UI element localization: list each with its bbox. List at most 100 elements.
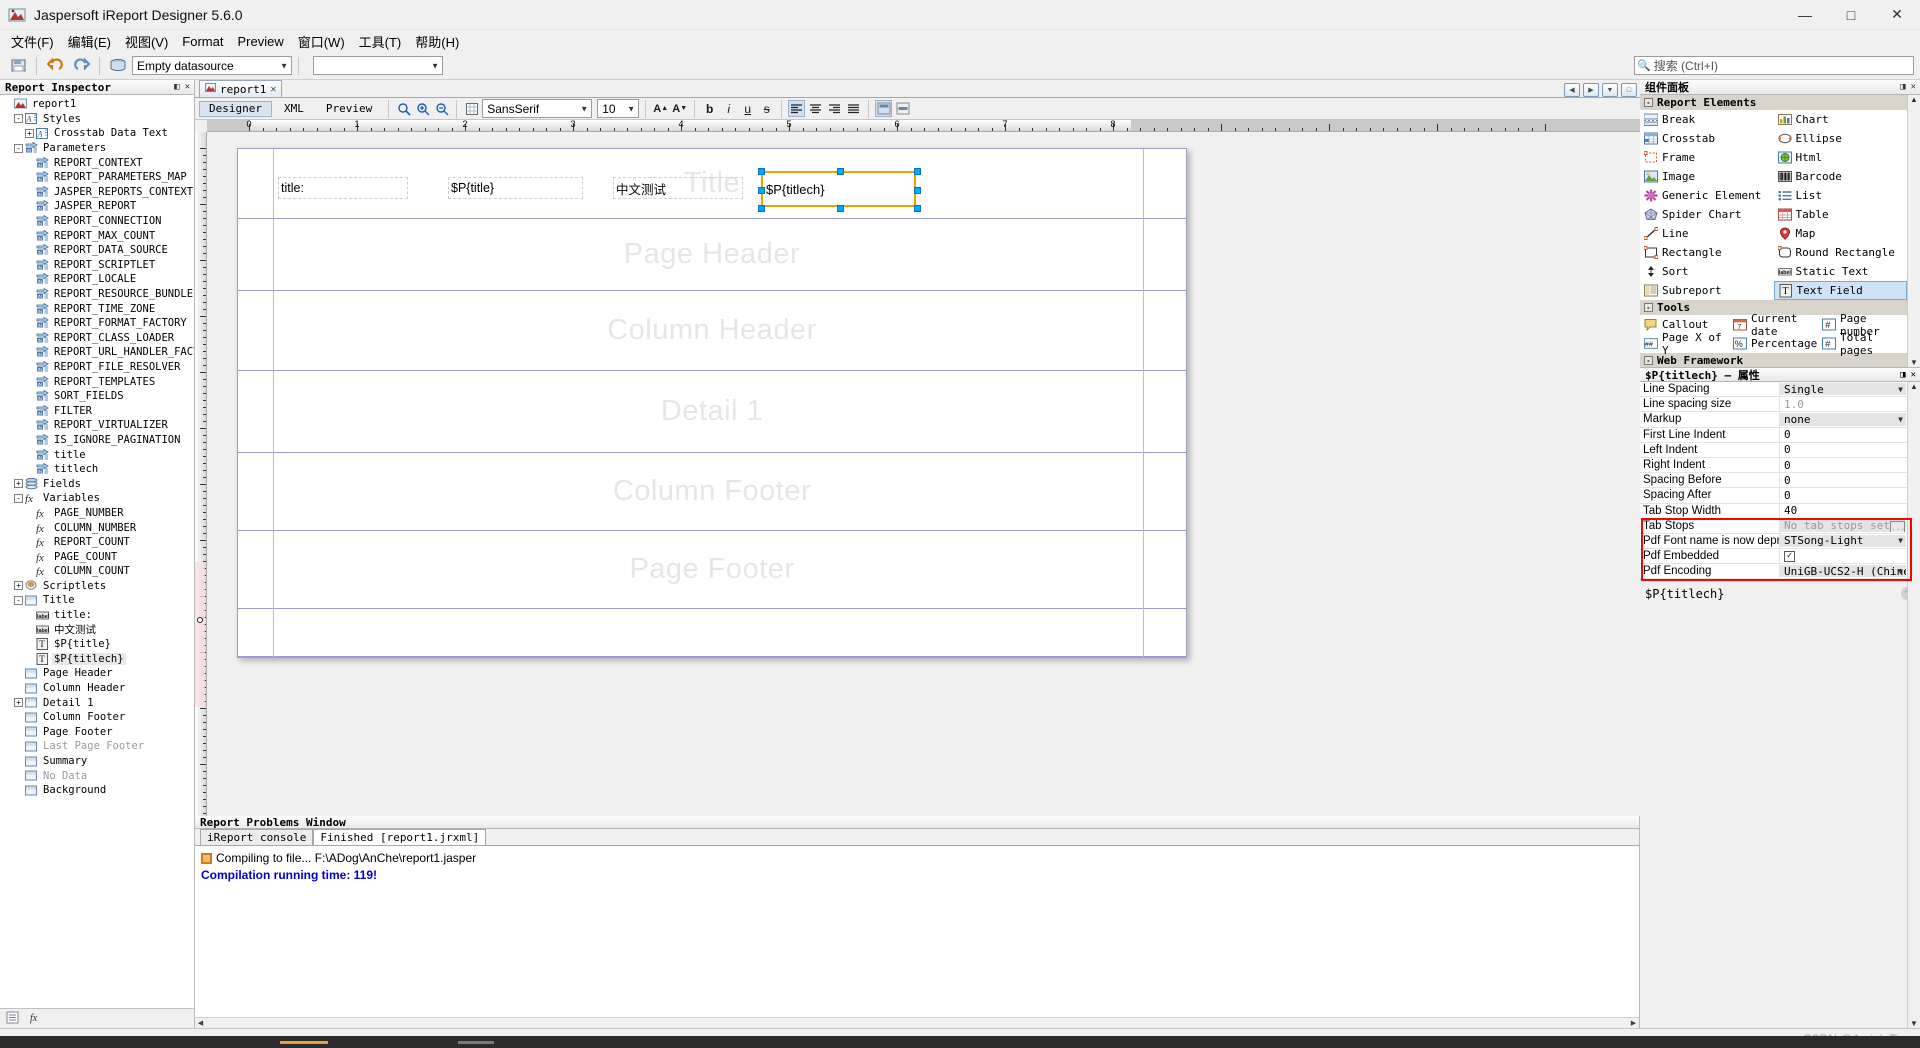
property-row-line-spacing-size[interactable]: Line spacing size 1.0 bbox=[1640, 397, 1920, 413]
align-justify-icon[interactable] bbox=[845, 100, 862, 117]
scroll-left-icon[interactable]: ◀ bbox=[195, 1019, 206, 1027]
title-element-1[interactable]: $P{title} bbox=[448, 177, 583, 199]
palette-item-map[interactable]: Map bbox=[1774, 224, 1908, 243]
property-row-spacing-after[interactable]: Spacing After 0 bbox=[1640, 488, 1920, 504]
tree-node-jasper-reports-context[interactable]: IN JASPER_REPORTS_CONTEXT bbox=[0, 185, 194, 200]
close-tab-icon[interactable]: ✕ bbox=[270, 84, 276, 95]
palette-item-line[interactable]: Line bbox=[1640, 224, 1774, 243]
tree-node-report-max-count[interactable]: IN REPORT_MAX_COUNT bbox=[0, 228, 194, 243]
resize-handle-7[interactable] bbox=[914, 205, 921, 212]
tab-preview[interactable]: Preview bbox=[316, 101, 382, 117]
tree-node-report-format-factory[interactable]: IN REPORT_FORMAT_FACTORY bbox=[0, 316, 194, 331]
float-palette-icon[interactable]: ◨ bbox=[1900, 82, 1905, 92]
fx-icon[interactable]: fx bbox=[29, 1011, 42, 1027]
menu-preview[interactable]: Preview bbox=[230, 32, 290, 51]
selected-text-field[interactable]: $P{titlech} bbox=[758, 168, 921, 212]
tab-finished-report1[interactable]: Finished [report1.jrxml] bbox=[313, 829, 487, 845]
property-value[interactable]: 1.0 bbox=[1780, 397, 1920, 411]
maximize-button[interactable]: □ bbox=[1828, 0, 1874, 30]
close-icon[interactable]: ✕ bbox=[185, 82, 190, 92]
maximize-doc-icon[interactable]: □ bbox=[1621, 83, 1637, 97]
tree-node-column-header[interactable]: Column Header bbox=[0, 681, 194, 696]
database-icon[interactable] bbox=[106, 54, 130, 78]
font-size-combo[interactable]: 10 ▼ bbox=[597, 99, 640, 118]
zoom-out-icon[interactable] bbox=[433, 100, 450, 117]
tree-node-title[interactable]: IN title bbox=[0, 447, 194, 462]
prev-tab-icon[interactable]: ◀ bbox=[1564, 83, 1580, 97]
property-value[interactable]: none ▼ bbox=[1780, 413, 1906, 426]
tree-node-styles[interactable]: - A Styles bbox=[0, 112, 194, 127]
redo-icon[interactable] bbox=[69, 54, 93, 78]
collapse-icon[interactable]: - bbox=[14, 595, 23, 605]
property-value[interactable]: Single ▼ bbox=[1780, 383, 1906, 396]
tree-node-page-header[interactable]: Page Header bbox=[0, 666, 194, 681]
font-name-combo[interactable]: SansSerif ▼ bbox=[482, 99, 593, 118]
scroll-up-icon[interactable]: ▲ bbox=[1910, 95, 1918, 104]
tree-node-p-title[interactable]: T $P{title} bbox=[0, 637, 194, 652]
valign-top-icon[interactable] bbox=[875, 100, 893, 117]
chevron-down-icon[interactable]: ▼ bbox=[1898, 567, 1903, 576]
taskbar-item-active[interactable] bbox=[280, 1040, 328, 1044]
component-palette-body[interactable]: - Report Elements Break Chart Crosstab Ellips… bbox=[1640, 95, 1920, 367]
collapse-icon[interactable]: - bbox=[14, 143, 23, 153]
band-column-footer[interactable]: Column Footer bbox=[238, 453, 1186, 531]
section-collapse-icon[interactable]: - bbox=[1644, 303, 1653, 312]
scroll-down-icon[interactable]: ▼ bbox=[1910, 358, 1918, 367]
tree-node-variables[interactable]: - fx Variables bbox=[0, 491, 194, 506]
font-decrease-icon[interactable]: A ▼ bbox=[671, 100, 688, 117]
tree-node-title[interactable]: - Title bbox=[0, 593, 194, 608]
tree-node-summary[interactable]: Summary bbox=[0, 754, 194, 769]
palette-item-rectangle[interactable]: Rectangle bbox=[1640, 243, 1774, 262]
close-palette-icon[interactable]: ✕ bbox=[1911, 82, 1916, 92]
palette-item-static-text[interactable]: label Static Text bbox=[1774, 262, 1908, 281]
align-center-icon[interactable] bbox=[807, 100, 824, 117]
tree-node-page-count[interactable]: fx PAGE_COUNT bbox=[0, 549, 194, 564]
property-row-spacing-before[interactable]: Spacing Before 0 bbox=[1640, 473, 1920, 489]
tree-node-report-locale[interactable]: IN REPORT_LOCALE bbox=[0, 272, 194, 287]
report-page[interactable]: Title Page Header Column Header Detail 1 Col… bbox=[237, 148, 1187, 658]
minimize-button[interactable]: — bbox=[1782, 0, 1828, 30]
property-row-tab-stop-width[interactable]: Tab Stop Width 40 bbox=[1640, 503, 1920, 519]
palette-item-total-pages[interactable]: # Total pages bbox=[1818, 331, 1907, 357]
tree-node-report-count[interactable]: fx REPORT_COUNT bbox=[0, 535, 194, 550]
palette-item-spider-chart[interactable]: Spider Chart bbox=[1640, 205, 1774, 224]
align-left-icon[interactable] bbox=[788, 100, 806, 117]
checkbox-checked-icon[interactable]: ✓ bbox=[1784, 550, 1795, 562]
tree-node-last-page-footer[interactable]: Last Page Footer bbox=[0, 739, 194, 754]
tree-node-detail-1[interactable]: + Detail 1 bbox=[0, 695, 194, 710]
chevron-down-icon[interactable]: ▼ bbox=[1898, 415, 1903, 424]
property-value[interactable]: STSong-Light ▼ bbox=[1780, 534, 1906, 548]
search-input[interactable]: 🔍 搜索 (Ctrl+I) bbox=[1634, 56, 1914, 75]
close-properties-icon[interactable]: ✕ bbox=[1911, 370, 1916, 380]
resize-handle-1[interactable] bbox=[836, 168, 844, 175]
palette-item-barcode[interactable]: Barcode bbox=[1774, 167, 1908, 186]
underline-icon[interactable]: u bbox=[739, 100, 756, 117]
palette-item-subreport[interactable]: Subreport bbox=[1640, 281, 1774, 300]
tree-node-parameters[interactable]: - IN Parameters bbox=[0, 141, 194, 156]
section-collapse-icon[interactable]: - bbox=[1644, 98, 1653, 107]
menu-view[interactable]: 视图(V) bbox=[118, 30, 175, 53]
grid-icon[interactable] bbox=[463, 100, 480, 117]
tree-node-column-number[interactable]: fx COLUMN_NUMBER bbox=[0, 520, 194, 535]
tree-node-report-templates[interactable]: IN REPORT_TEMPLATES bbox=[0, 374, 194, 389]
font-increase-icon[interactable]: A ▲ bbox=[652, 100, 669, 117]
document-tab-report1[interactable]: report1 ✕ bbox=[199, 80, 283, 97]
palette-item-generic-element[interactable]: Generic Element bbox=[1640, 186, 1774, 205]
ellipsis-button[interactable]: ... bbox=[1890, 520, 1905, 532]
menu-help[interactable]: 帮助(H) bbox=[408, 30, 466, 53]
tree-node-report-time-zone[interactable]: IN REPORT_TIME_ZONE bbox=[0, 301, 194, 316]
property-value[interactable]: No tab stops set... bbox=[1780, 519, 1906, 532]
tree-node-report-parameters-map[interactable]: IN REPORT_PARAMETERS_MAP bbox=[0, 170, 194, 185]
tree-icon[interactable] bbox=[6, 1011, 19, 1027]
property-row-first-line-indent[interactable]: First Line Indent 0 bbox=[1640, 427, 1920, 443]
expand-icon[interactable]: + bbox=[14, 581, 23, 591]
palette-item-chart[interactable]: Chart bbox=[1774, 110, 1908, 129]
tree-node-column-footer[interactable]: Column Footer bbox=[0, 710, 194, 725]
title-element-0[interactable]: title: bbox=[278, 177, 408, 199]
palette-item-percentage[interactable]: % Percentage bbox=[1729, 334, 1818, 353]
tree-node-page-footer[interactable]: Page Footer bbox=[0, 725, 194, 740]
resize-handle-2[interactable] bbox=[914, 168, 921, 175]
tree-node-crosstab-data-text[interactable]: + A Crosstab Data Text bbox=[0, 126, 194, 141]
properties-scroll-down-icon[interactable]: ▼ bbox=[1910, 1019, 1918, 1028]
tree-node-report-data-source[interactable]: IN REPORT_DATA_SOURCE bbox=[0, 243, 194, 258]
